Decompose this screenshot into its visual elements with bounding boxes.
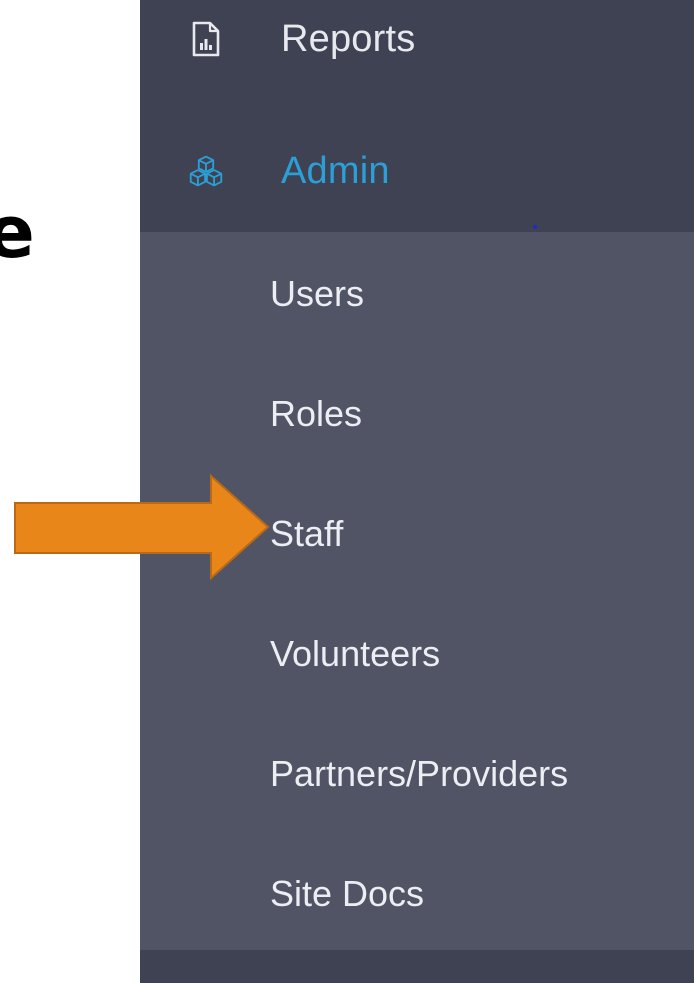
submenu-item-roles[interactable]: Roles [140, 380, 694, 450]
admin-submenu: Users Roles Staff Volunteers Partners/Pr… [140, 232, 694, 950]
submenu-item-users[interactable]: Users [140, 260, 694, 330]
submenu-item-label: Site Docs [270, 873, 425, 914]
submenu-item-volunteers[interactable]: Volunteers [140, 620, 694, 690]
sidebar-item-label: Reports [281, 18, 416, 60]
report-file-icon [188, 21, 224, 57]
cubes-icon [188, 153, 224, 189]
submenu-item-staff[interactable]: Staff [140, 500, 694, 570]
submenu-item-label: Volunteers [270, 633, 441, 674]
sidebar-item-label: Admin [281, 150, 390, 192]
page-heading-fragment: e [0, 190, 35, 274]
sidebar-item-admin[interactable]: Admin [140, 126, 694, 216]
sidebar-item-reports[interactable]: Reports [140, 0, 694, 84]
submenu-item-site-docs[interactable]: Site Docs [140, 860, 694, 930]
submenu-item-label: Partners/Providers [270, 753, 569, 794]
sidebar-nav: Reports Admin Users Roles Staff Voluntee… [140, 0, 694, 983]
submenu-item-label: Users [270, 273, 365, 314]
submenu-item-label: Roles [270, 393, 363, 434]
submenu-item-label: Staff [270, 513, 344, 554]
cursor-dot [533, 225, 537, 229]
submenu-item-partners-providers[interactable]: Partners/Providers [140, 740, 694, 810]
